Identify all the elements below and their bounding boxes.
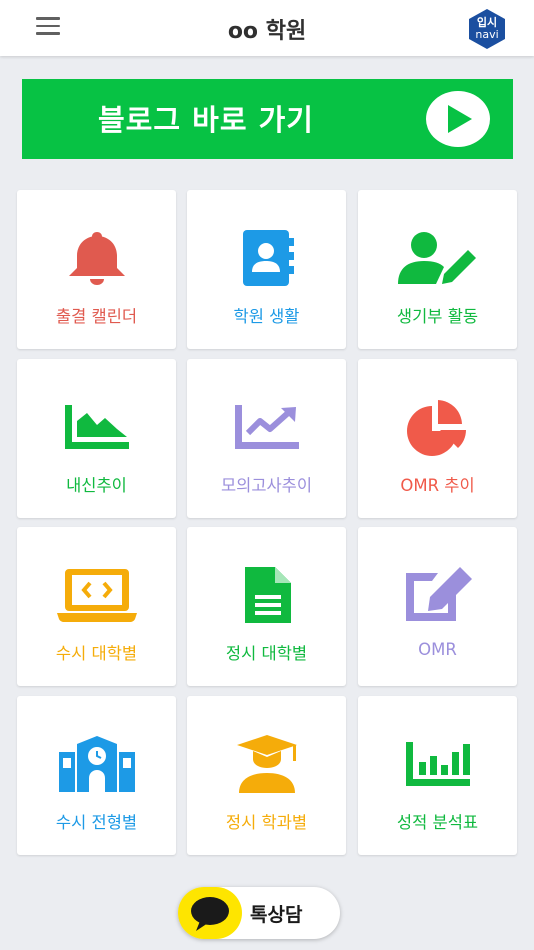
tile-label: 생기부 활동 [396, 307, 479, 326]
tile-label: 수시 대학별 [55, 644, 138, 663]
tile-label: OMR 추이 [400, 476, 475, 495]
tile-regular-admission-by-university[interactable]: 정시 대학별 [187, 527, 346, 686]
ipsi-navi-logo[interactable]: 입시 navi [467, 8, 507, 50]
graduate-icon [187, 732, 346, 796]
tile-label: 학원 생활 [233, 307, 300, 326]
play-icon [426, 91, 490, 147]
tile-label: 모의고사추이 [220, 476, 313, 495]
edit-icon [358, 563, 517, 627]
tile-regular-admission-by-major[interactable]: 정시 학과별 [187, 696, 346, 855]
tile-school-record-activity[interactable]: 생기부 활동 [358, 190, 517, 349]
kakao-talk-consult-button[interactable]: 톡상담 [178, 887, 340, 939]
tile-label: 정시 학과별 [225, 813, 308, 832]
kakao-label: 톡상담 [250, 904, 303, 926]
chat-bubble-icon [178, 887, 242, 939]
tile-attendance-calendar[interactable]: 출결 캘린더 [17, 190, 176, 349]
pie-chart-icon [358, 395, 517, 459]
tile-early-admission-by-type[interactable]: 수시 전형별 [17, 696, 176, 855]
tile-label: OMR [418, 640, 457, 659]
tile-mock-exam-trend[interactable]: 모의고사추이 [187, 359, 346, 518]
school-icon [17, 732, 176, 796]
area-chart-icon [17, 395, 176, 459]
blog-link-banner[interactable]: 블로그 바로 가기 [22, 79, 513, 159]
tile-label: 성적 분석표 [396, 813, 479, 832]
laptop-code-icon [17, 563, 176, 627]
tile-early-admission-by-university[interactable]: 수시 대학별 [17, 527, 176, 686]
tile-label: 내신추이 [66, 476, 127, 495]
tile-omr-trend[interactable]: OMR 추이 [358, 359, 517, 518]
tile-omr[interactable]: OMR [358, 527, 517, 686]
tile-grade-analysis[interactable]: 성적 분석표 [358, 696, 517, 855]
app-title: oo 학원 [227, 19, 307, 44]
user-edit-icon [358, 226, 517, 290]
tile-school-grade-trend[interactable]: 내신추이 [17, 359, 176, 518]
document-icon [187, 563, 346, 627]
line-chart-icon [187, 395, 346, 459]
tile-academy-life[interactable]: 학원 생활 [187, 190, 346, 349]
top-app-bar: oo 학원 입시 navi [0, 0, 534, 56]
bar-chart-icon [358, 732, 517, 796]
tile-label: 출결 캘린더 [55, 307, 138, 326]
logo-text-bottom: navi [475, 28, 499, 41]
bell-icon [17, 226, 176, 290]
tile-label: 정시 대학별 [225, 644, 308, 663]
tile-label: 수시 전형별 [55, 813, 138, 832]
blog-banner-label: 블로그 바로 가기 [98, 103, 314, 137]
contact-book-icon [187, 226, 346, 290]
